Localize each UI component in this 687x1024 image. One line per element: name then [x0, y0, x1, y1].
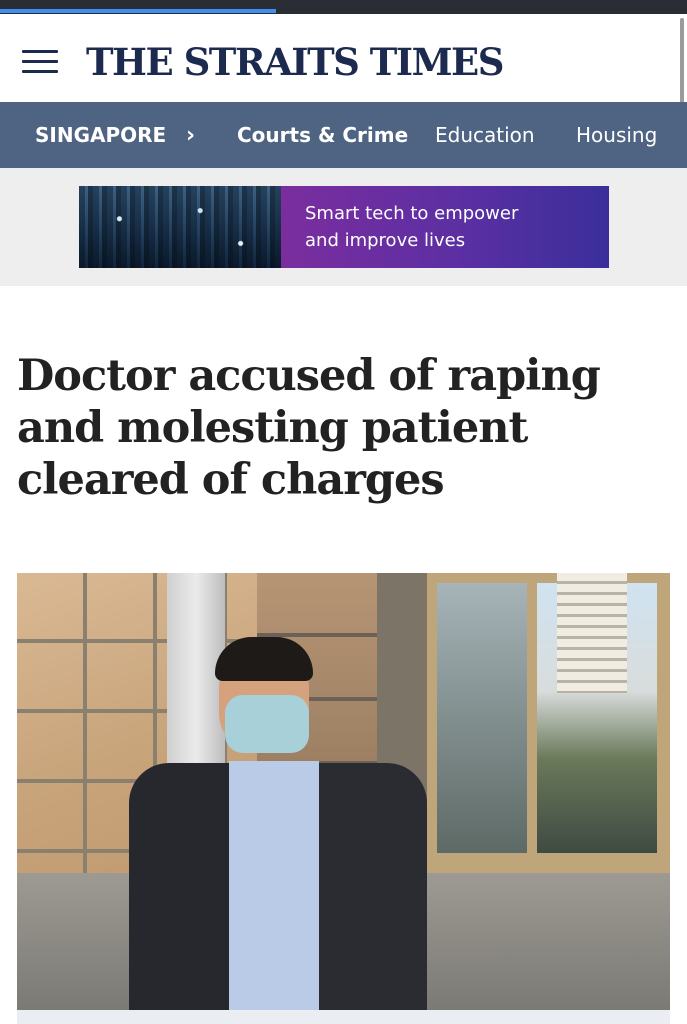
ad-text: Smart tech to empower and improve lives: [281, 186, 609, 268]
chevron-right-icon: ›: [186, 122, 196, 148]
top-bar: [0, 0, 687, 14]
nav-item-education[interactable]: Education: [435, 123, 535, 147]
photo-tower-reflection: [557, 573, 627, 693]
page-load-progress: [0, 9, 276, 13]
photo-subject: [129, 633, 429, 1010]
photo-door-glass: [437, 583, 527, 853]
hamburger-menu-icon[interactable]: [22, 50, 58, 76]
ad-cityscape-image: [79, 186, 281, 268]
site-logo[interactable]: THE STRAITS TIMES: [86, 40, 504, 84]
photo-shirt: [229, 761, 319, 1010]
banner-ad[interactable]: Smart tech to empower and improve lives: [79, 186, 609, 268]
nav-section-singapore[interactable]: SINGAPORE: [35, 123, 166, 147]
ad-line-2: and improve lives: [305, 230, 466, 251]
photo-caption-strip: [17, 1010, 670, 1024]
nav-item-housing[interactable]: Housing: [576, 123, 657, 147]
article-headline: Doctor accused of raping and molesting p…: [17, 351, 601, 505]
nav-item-courts-crime[interactable]: Courts & Crime: [237, 123, 408, 147]
masthead: THE STRAITS TIMES: [0, 14, 687, 102]
ad-band: Smart tech to empower and improve lives: [0, 168, 687, 286]
photo-face-mask: [225, 695, 309, 753]
article-hero-photo[interactable]: [17, 573, 670, 1010]
photo-hair: [215, 637, 313, 681]
ad-line-1: Smart tech to empower: [305, 203, 519, 224]
section-nav: SINGAPORE › Courts & Crime Education Hou…: [0, 102, 687, 168]
